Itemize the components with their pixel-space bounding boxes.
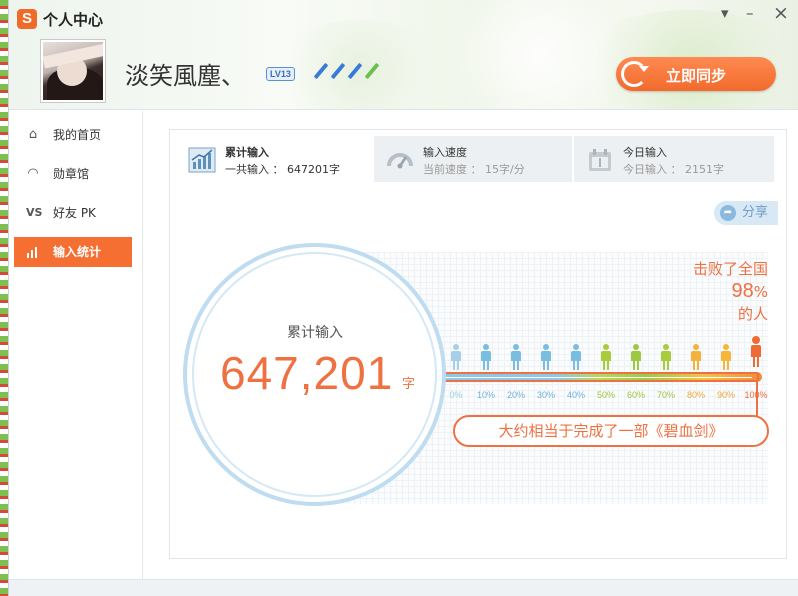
total-input-number: 647,201 — [220, 347, 394, 399]
person-highlight-icon — [751, 336, 761, 367]
scale-tick-label: 20% — [506, 390, 525, 400]
person-icon — [631, 344, 641, 370]
sidebar-item-label: 输入统计 — [53, 245, 102, 259]
tab-subtitle: 当前速度 ： 15字/分 — [423, 163, 525, 176]
person-icon — [721, 344, 731, 370]
dropdown-icon[interactable]: ▾ — [721, 4, 729, 22]
person-icon — [691, 344, 701, 370]
beat-percent-sign: % — [753, 283, 768, 301]
tab-today-input[interactable]: 今日输入 今日输入 ： 2151字 — [574, 136, 774, 182]
scale-tick-label: 0% — [449, 390, 463, 400]
tab-input-speed[interactable]: 输入速度 当前速度 ： 15字/分 — [374, 136, 572, 182]
person-icon — [601, 344, 611, 370]
scale-tick-label: 60% — [626, 390, 645, 400]
share-label: 分享 — [742, 205, 769, 220]
scale-tick-label: 80% — [686, 390, 705, 400]
home-icon: ⌂ — [28, 127, 38, 142]
window-title: 个人中心 — [43, 11, 104, 29]
scale-tick-label: 100% — [744, 390, 768, 400]
beat-suffix: 的人 — [737, 305, 768, 323]
level-badge: LV13 — [266, 67, 295, 81]
equivalent-book-text: 大约相当于完成了一部《碧血剑》 — [453, 415, 769, 447]
sync-now-button[interactable]: 立即同步 — [616, 57, 776, 91]
close-button[interactable]: × — [773, 2, 789, 24]
speedometer-icon — [387, 153, 413, 169]
person-icon — [661, 344, 671, 370]
person-icon — [541, 344, 551, 370]
share-arrow-icon: ➦ — [720, 205, 736, 221]
personal-center-window: S 个人中心 ▾ – × 淡笑風塵、 LV13 立即同步 ⌂ 我的首页 ◠ 勋章… — [8, 0, 798, 596]
vs-icon: VS — [26, 206, 43, 219]
scale-tick-label: 50% — [596, 390, 615, 400]
medal-icon: ◠ — [27, 166, 39, 181]
total-input-label: 累计输入 — [287, 325, 343, 341]
bar-chart-icon — [26, 245, 40, 259]
tab-subtitle: 今日输入 ： 2151字 — [623, 163, 724, 176]
tab-total-input[interactable]: 累计输入 一共输入 ： 647201字 — [176, 136, 372, 182]
sidebar-item-label: 好友 PK — [53, 206, 96, 220]
tab-subtitle: 一共输入 ： 647201字 — [225, 163, 340, 176]
share-button[interactable]: ➦ 分享 — [714, 201, 778, 225]
tab-title: 累计输入 — [225, 146, 269, 159]
person-icon — [451, 344, 461, 370]
beat-prefix: 击败了全国 — [692, 260, 768, 278]
sidebar-item-label: 勋章馆 — [53, 167, 90, 181]
beat-rank-text: 击败了全国 98% 的人 — [668, 258, 768, 325]
minimize-button[interactable]: – — [746, 4, 754, 22]
sidebar-item-medals[interactable]: ◠ 勋章馆 — [14, 159, 132, 189]
scale-tick-label: 30% — [536, 390, 555, 400]
sidebar: ⌂ 我的首页 ◠ 勋章馆 VS 好友 PK 输入统计 — [9, 111, 143, 579]
person-icon — [481, 344, 491, 370]
tab-title: 输入速度 — [423, 146, 467, 159]
sidebar-item-input-stats[interactable]: 输入统计 — [14, 237, 132, 267]
avatar[interactable] — [41, 40, 105, 102]
profile-header: S 个人中心 ▾ – × 淡笑風塵、 LV13 立即同步 — [9, 0, 798, 110]
sidebar-item-home[interactable]: ⌂ 我的首页 — [14, 120, 132, 150]
calendar-icon — [589, 149, 611, 171]
trend-chart-icon — [188, 147, 216, 173]
desktop-edge-strip — [0, 0, 8, 596]
sidebar-item-label: 我的首页 — [53, 128, 102, 142]
window-bottom-strip — [9, 579, 798, 596]
total-input-unit: 字 — [402, 377, 416, 392]
scale-tick-label: 90% — [716, 390, 735, 400]
sync-icon — [621, 61, 649, 87]
person-icon — [571, 344, 581, 370]
scale-tick-label: 70% — [656, 390, 675, 400]
sogou-logo-icon: S — [17, 9, 37, 29]
person-icon — [511, 344, 521, 370]
username: 淡笑風塵、 — [125, 62, 245, 90]
input-stats-panel: 累计输入 一共输入 ： 647201字 输入速度 当前速度 ： 15字/分 今日… — [169, 129, 787, 559]
beat-percent: 98 — [731, 280, 754, 302]
tab-title: 今日输入 — [623, 146, 667, 159]
percentile-bar-frame — [438, 372, 759, 382]
sidebar-item-friend-pk[interactable]: VS 好友 PK — [14, 198, 132, 228]
scale-tick-label: 10% — [476, 390, 495, 400]
sync-button-label: 立即同步 — [666, 67, 727, 85]
scale-tick-label: 40% — [566, 390, 585, 400]
